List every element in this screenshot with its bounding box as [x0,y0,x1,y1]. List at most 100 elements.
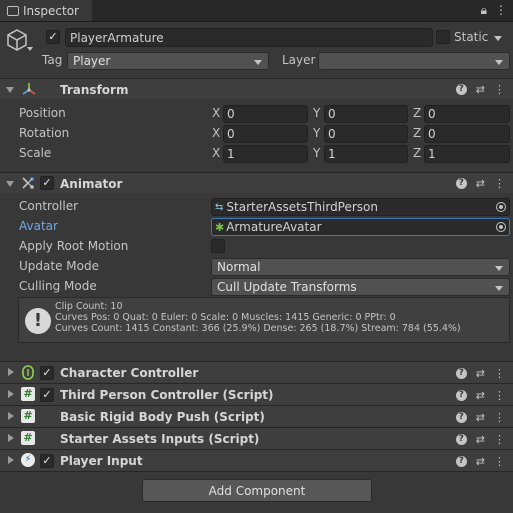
transform-header-actions: ? ⇄ ⋮ [455,83,505,96]
update-mode-dropdown[interactable]: Normal [211,258,510,276]
scale-y-label[interactable]: Y [313,146,320,160]
basic-rigid-body-push-title: Basic Rigid Body Push (Script) [60,410,265,424]
help-icon[interactable]: ? [455,84,467,95]
third-person-controller-header[interactable]: # ✓ Third Person Controller (Script) ? ⇄… [0,383,513,405]
more-menu-icon[interactable]: ⋮ [494,455,505,468]
transform-header[interactable]: Transform ? ⇄ ⋮ [0,78,513,99]
tab-bar: Inspector 🔒︎ ⋮ [0,0,513,22]
avatar-value: ArmatureAvatar [226,220,322,234]
divider [0,471,513,472]
more-menu-icon[interactable]: ⋮ [495,3,507,18]
component-header-actions: ? ⇄ ⋮ [455,367,505,380]
more-menu-icon[interactable]: ⋮ [494,83,505,96]
preset-icon[interactable]: ⇄ [476,177,485,190]
controller-field[interactable]: ⇆ StarterAssetsThirdPerson [211,198,510,216]
icon-dropdown-caret[interactable] [27,47,33,51]
lock-icon[interactable]: 🔒︎ [481,3,487,18]
position-y-field[interactable]: 0 [324,105,408,123]
preset-icon[interactable]: ⇄ [476,433,485,446]
avatar-field[interactable]: ✱ ArmatureAvatar [211,218,510,236]
component-header-actions: ? ⇄ ⋮ [455,389,505,402]
chevron-down-icon [495,286,503,291]
help-icon[interactable]: ? [455,368,467,379]
third-person-controller-checkbox[interactable]: ✓ [40,388,54,402]
position-z-label[interactable]: Z [413,106,421,120]
preset-icon[interactable]: ⇄ [476,83,485,96]
help-icon[interactable]: ? [455,178,467,189]
rotation-y-field[interactable]: 0 [324,125,408,143]
foldout-arrow-icon[interactable] [8,368,14,376]
culling-mode-dropdown[interactable]: Cull Update Transforms [211,278,510,296]
help-icon[interactable]: ? [455,412,467,423]
position-x-label[interactable]: X [212,106,220,120]
rotation-z-label[interactable]: Z [413,126,421,140]
preset-icon[interactable]: ⇄ [476,455,485,468]
animator-enabled-checkbox[interactable]: ✓ [40,176,54,190]
player-input-header[interactable]: ⚡ ✓ Player Input ? ⇄ ⋮ [0,449,513,471]
tab-actions: 🔒︎ ⋮ [481,3,507,18]
rotation-x-label[interactable]: X [212,126,220,140]
character-controller-icon [22,365,34,380]
help-icon[interactable]: ? [455,456,467,467]
character-controller-checkbox[interactable]: ✓ [40,366,54,380]
static-checkbox[interactable] [436,30,450,44]
culling-mode-label: Culling Mode [19,279,97,293]
third-person-controller-title: Third Person Controller (Script) [60,388,274,402]
rotation-y-label[interactable]: Y [313,126,320,140]
help-icon[interactable]: ? [455,434,467,445]
controller-label: Controller [19,199,79,213]
preset-icon[interactable]: ⇄ [476,389,485,402]
scale-z-label[interactable]: Z [413,146,421,160]
foldout-arrow-icon[interactable] [8,412,14,420]
position-x-field[interactable]: 0 [223,105,308,123]
position-y-label[interactable]: Y [313,106,320,120]
tag-dropdown[interactable]: Player [67,52,269,70]
object-picker-icon[interactable] [496,202,506,212]
more-menu-icon[interactable]: ⋮ [494,389,505,402]
player-input-checkbox[interactable]: ✓ [40,454,54,468]
scale-x-label[interactable]: X [212,146,220,160]
transform-icon [22,83,36,95]
tag-value: Player [73,54,111,68]
scale-x-field[interactable]: 1 [223,145,308,163]
info-curves-count: Curves Count: 1415 Constant: 366 (25.9%)… [55,323,461,334]
script-icon: # [21,431,35,445]
help-icon[interactable]: ? [455,390,467,401]
character-controller-header[interactable]: ✓ Character Controller ? ⇄ ⋮ [0,361,513,383]
more-menu-icon[interactable]: ⋮ [494,411,505,424]
foldout-arrow-icon[interactable] [6,181,14,187]
more-menu-icon[interactable]: ⋮ [494,177,505,190]
animator-header[interactable]: ✓ Animator ? ⇄ ⋮ [0,172,513,193]
scale-y-field[interactable]: 1 [324,145,408,163]
add-component-button[interactable]: Add Component [142,479,372,502]
tag-label: Tag [42,53,63,67]
foldout-arrow-icon[interactable] [8,434,14,442]
preset-icon[interactable]: ⇄ [476,367,485,380]
foldout-arrow-icon[interactable] [8,456,14,464]
foldout-arrow-icon[interactable] [8,390,14,398]
avatar-label: Avatar [19,219,58,233]
animator-icon [22,177,34,189]
more-menu-icon[interactable]: ⋮ [494,433,505,446]
static-dropdown-caret[interactable] [494,36,502,41]
layer-dropdown[interactable] [318,52,510,70]
active-checkbox[interactable]: ✓ [46,30,60,44]
basic-rigid-body-push-header[interactable]: # Basic Rigid Body Push (Script) ? ⇄ ⋮ [0,405,513,427]
apply-root-motion-checkbox[interactable] [211,239,225,253]
component-header-actions: ? ⇄ ⋮ [455,455,505,468]
object-name-field[interactable]: PlayerArmature [65,28,433,47]
more-menu-icon[interactable]: ⋮ [494,367,505,380]
position-z-field[interactable]: 0 [424,105,510,123]
object-picker-icon[interactable] [496,222,506,232]
gameobject-icon [7,29,27,51]
tab-inspector[interactable]: Inspector [0,0,92,21]
rotation-z-field[interactable]: 0 [424,125,510,143]
animator-controller-icon: ⇆ [215,201,224,213]
player-input-icon: ⚡ [21,453,35,467]
scale-z-field[interactable]: 1 [424,145,510,163]
update-mode-label: Update Mode [19,259,99,273]
starter-assets-inputs-header[interactable]: # Starter Assets Inputs (Script) ? ⇄ ⋮ [0,427,513,449]
preset-icon[interactable]: ⇄ [476,411,485,424]
foldout-arrow-icon[interactable] [6,87,14,93]
rotation-x-field[interactable]: 0 [223,125,308,143]
